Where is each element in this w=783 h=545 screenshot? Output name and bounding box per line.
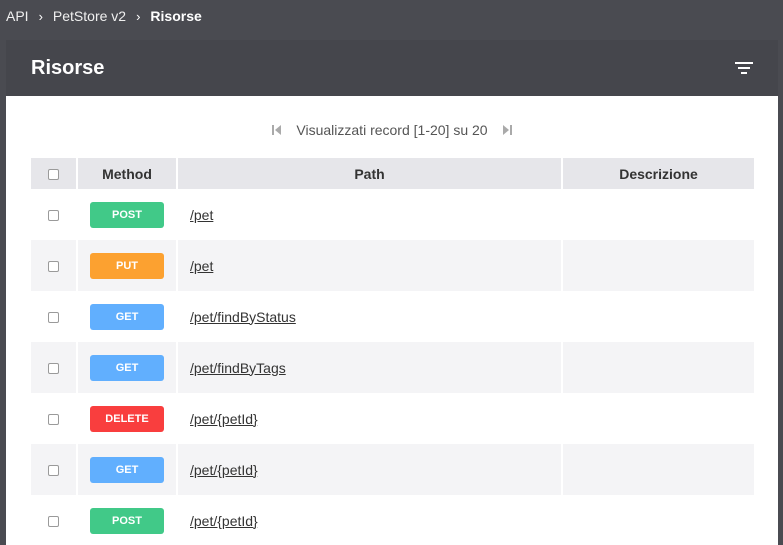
path-cell: /pet/findByTags	[177, 342, 563, 393]
description-cell	[562, 291, 754, 342]
table-row[interactable]: GET/pet/findByStatus	[31, 291, 754, 342]
row-select-cell	[31, 393, 78, 444]
column-header-method[interactable]: Method	[77, 158, 178, 189]
select-all-cell	[31, 158, 78, 189]
description-cell	[562, 342, 754, 393]
description-cell	[562, 393, 754, 444]
table-row[interactable]: GET/pet/findByTags	[31, 342, 754, 393]
method-cell: POST	[77, 495, 178, 545]
path-link[interactable]: /pet/{petId}	[190, 411, 258, 427]
path-cell: /pet	[177, 240, 563, 291]
path-link[interactable]: /pet/{petId}	[190, 513, 258, 529]
path-cell: /pet/{petId}	[177, 495, 563, 545]
row-select-cell	[31, 189, 78, 240]
path-cell: /pet/findByStatus	[177, 291, 563, 342]
pagination-text: Visualizzati record [1-20] su 20	[296, 122, 488, 138]
row-select-cell	[31, 495, 78, 545]
path-cell: /pet	[177, 189, 563, 240]
table-header-row: Method Path Descrizione	[31, 158, 754, 189]
row-checkbox[interactable]	[48, 414, 59, 426]
first-page-icon[interactable]	[272, 124, 282, 136]
select-all-checkbox[interactable]	[48, 169, 59, 181]
row-select-cell	[31, 444, 78, 495]
row-checkbox[interactable]	[48, 261, 59, 273]
page-title: Risorse	[31, 56, 105, 79]
row-select-cell	[31, 342, 78, 393]
path-cell: /pet/{petId}	[177, 393, 563, 444]
resources-panel: Risorse Visualizzati record [1-20] su 20	[6, 40, 778, 545]
method-badge[interactable]: POST	[90, 507, 164, 534]
filter-list-icon[interactable]	[734, 60, 754, 76]
path-link[interactable]: /pet/{petId}	[190, 462, 258, 478]
row-select-cell	[31, 291, 78, 342]
breadcrumb-api[interactable]: API	[6, 8, 29, 24]
resources-table: Method Path Descrizione POST/pet PUT/pet G…	[31, 158, 754, 545]
row-checkbox[interactable]	[48, 363, 59, 375]
method-badge[interactable]: POST	[90, 201, 164, 228]
path-cell: /pet/{petId}	[177, 444, 563, 495]
chevron-right-icon: ›	[38, 8, 43, 24]
table-row[interactable]: GET/pet/{petId}	[31, 444, 754, 495]
breadcrumb: API › PetStore v2 › Risorse	[0, 0, 783, 32]
description-cell	[562, 444, 754, 495]
method-cell: GET	[77, 291, 178, 342]
column-header-description[interactable]: Descrizione	[562, 158, 754, 189]
method-badge[interactable]: GET	[90, 456, 164, 483]
description-cell	[562, 495, 754, 545]
row-checkbox[interactable]	[48, 465, 59, 477]
method-cell: GET	[77, 342, 178, 393]
path-link[interactable]: /pet/findByTags	[190, 360, 286, 376]
pagination: Visualizzati record [1-20] su 20	[6, 96, 778, 162]
panel-header: Risorse	[6, 40, 778, 96]
method-badge[interactable]: GET	[90, 303, 164, 330]
last-page-icon[interactable]	[502, 124, 512, 136]
row-select-cell	[31, 240, 78, 291]
method-cell: PUT	[77, 240, 178, 291]
column-header-path[interactable]: Path	[177, 158, 563, 189]
table-row[interactable]: DELETE/pet/{petId}	[31, 393, 754, 444]
path-link[interactable]: /pet	[190, 258, 213, 274]
method-cell: DELETE	[77, 393, 178, 444]
method-badge[interactable]: GET	[90, 354, 164, 381]
description-cell	[562, 189, 754, 240]
row-checkbox[interactable]	[48, 210, 59, 222]
breadcrumb-current: Risorse	[150, 8, 202, 24]
row-checkbox[interactable]	[48, 312, 59, 324]
method-badge[interactable]: PUT	[90, 252, 164, 279]
table-row[interactable]: POST/pet	[31, 189, 754, 240]
table-row[interactable]: PUT/pet	[31, 240, 754, 291]
table-row[interactable]: POST/pet/{petId}	[31, 495, 754, 545]
chevron-right-icon: ›	[136, 8, 141, 24]
method-cell: POST	[77, 189, 178, 240]
path-link[interactable]: /pet/findByStatus	[190, 309, 296, 325]
breadcrumb-petstore[interactable]: PetStore v2	[53, 8, 126, 24]
description-cell	[562, 240, 754, 291]
row-checkbox[interactable]	[48, 516, 59, 528]
path-link[interactable]: /pet	[190, 207, 213, 223]
method-badge[interactable]: DELETE	[90, 405, 164, 432]
method-cell: GET	[77, 444, 178, 495]
